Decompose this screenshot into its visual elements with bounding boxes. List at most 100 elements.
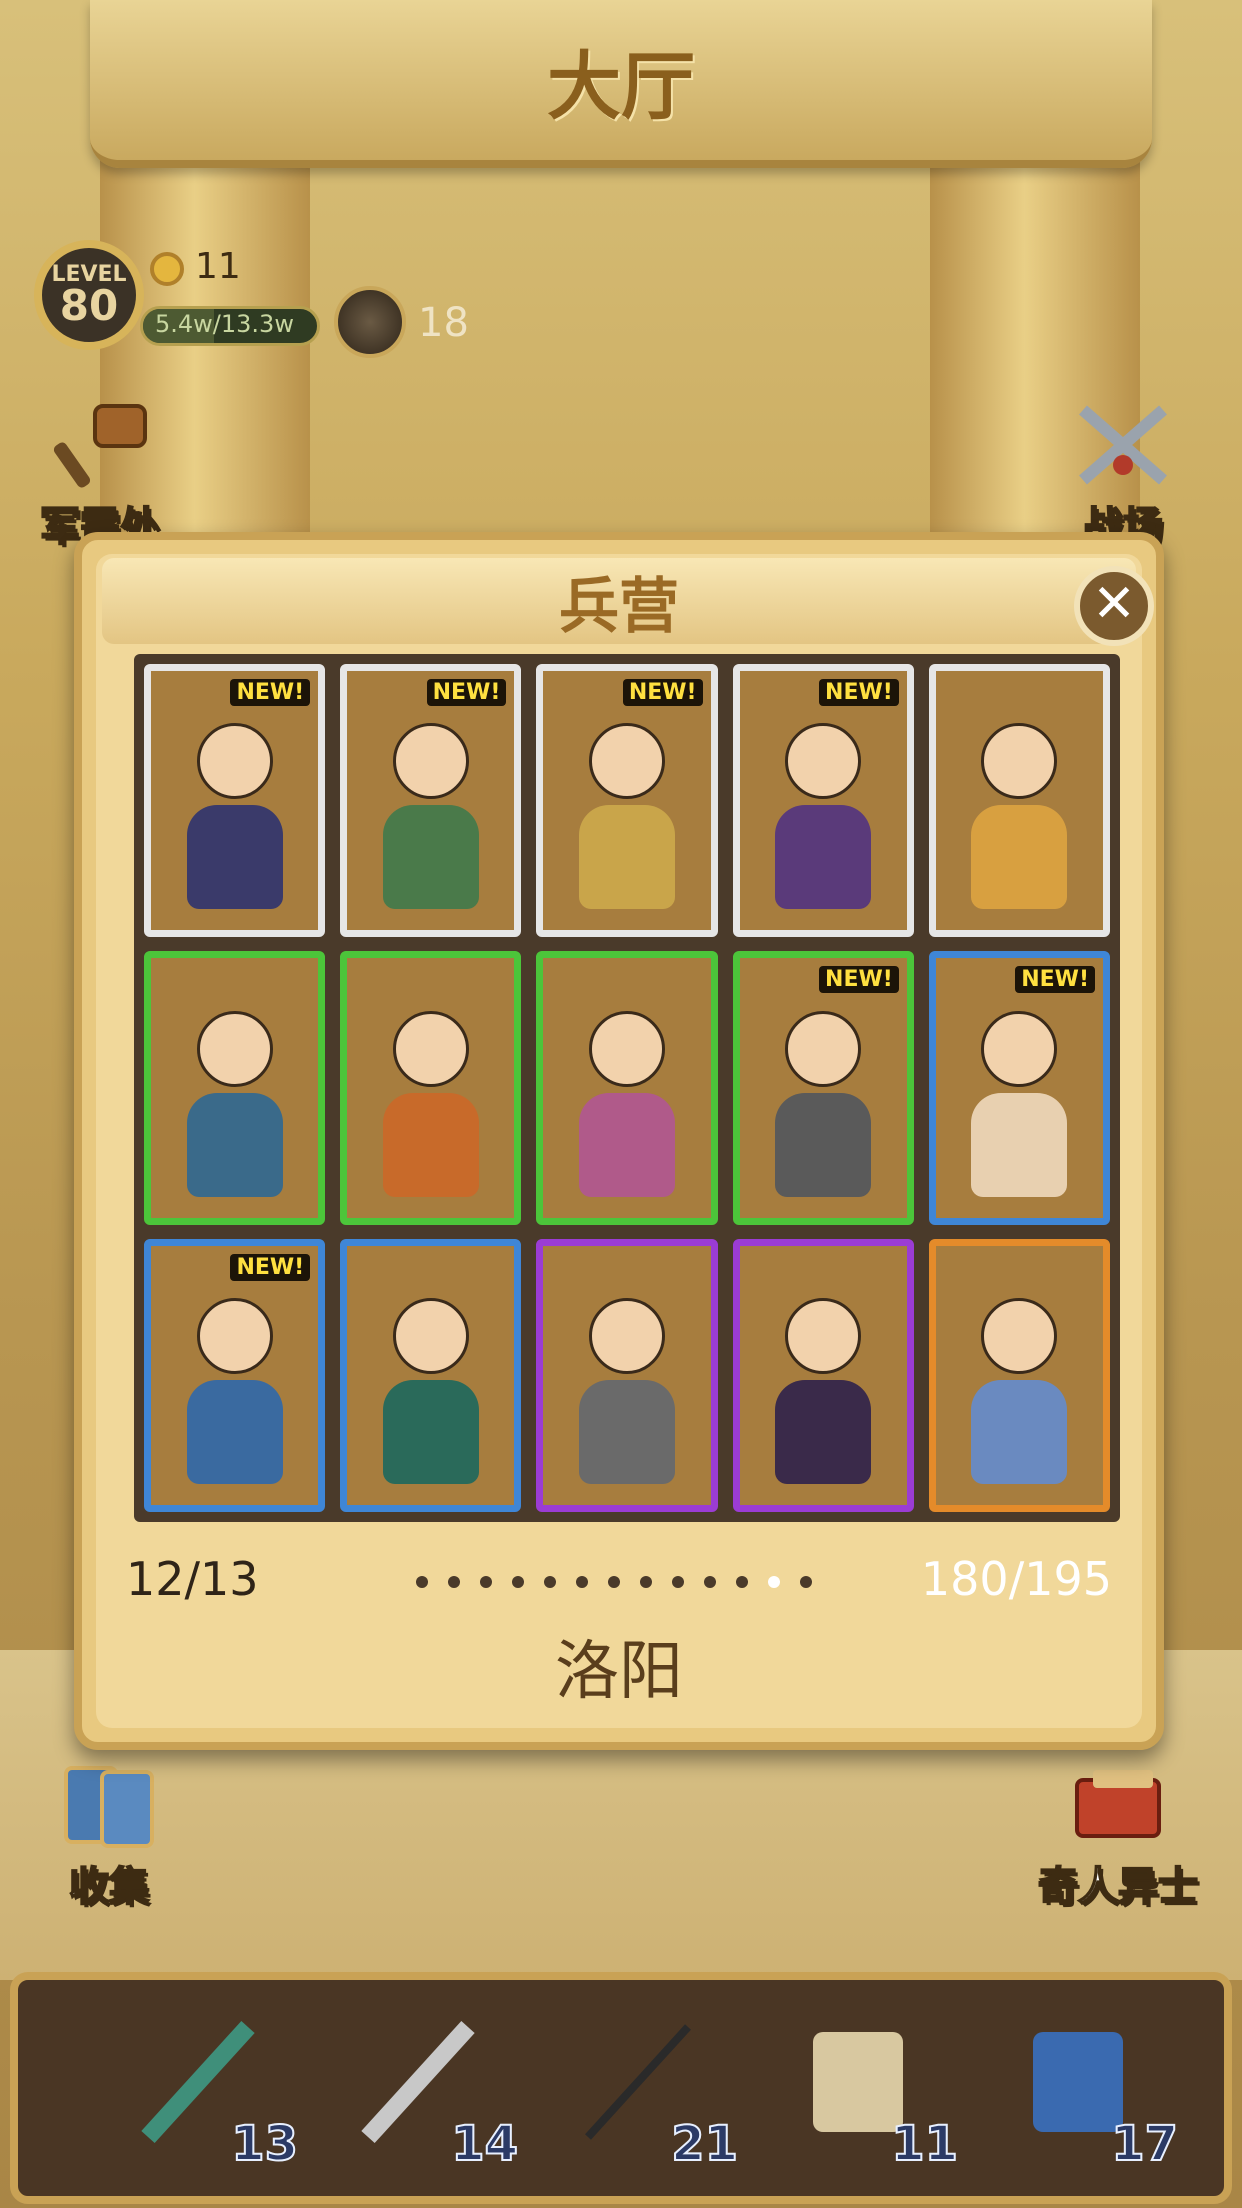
equipment-count: 17 [1110,2115,1179,2173]
hero-card[interactable]: NEW! [732,664,914,938]
hero-body [578,1092,675,1197]
barracks-dialog: 兵营 ✕ NEW! NEW! NEW! NEW! NEW! NEW! NEW! 12/13 … [74,532,1164,1750]
page-dot[interactable] [672,1576,684,1588]
hero-card[interactable]: NEW! [144,664,326,938]
coin-count: 11 [195,246,241,287]
equipment-slot[interactable]: 17 [978,2002,1179,2182]
battlefield-button[interactable]: 战场 [1068,400,1178,552]
heroes-button[interactable]: 奇人异士 [1037,1760,1199,1912]
hero-portrait [186,1297,283,1484]
dialog-title: 兵营 [559,571,679,642]
page-dot[interactable] [608,1576,620,1588]
hero-head [196,1010,273,1087]
hero-portrait [186,723,283,910]
level-badge[interactable]: LEVEL 80 [34,240,144,350]
equipment-count: 11 [890,2115,959,2173]
new-badge: NEW! [819,679,899,706]
hero-portrait [775,1010,872,1197]
page-title: 大厅 [547,43,695,130]
hero-body [775,1379,872,1484]
hero-card[interactable] [340,951,522,1225]
hero-card[interactable] [340,1238,522,1512]
scroll-icon [1075,1770,1161,1838]
cards-icon [64,1766,154,1848]
pagination-dots [416,1576,812,1588]
hero-card-grid: NEW! NEW! NEW! NEW! NEW! NEW! NEW! [134,654,1120,1522]
hero-portrait [775,723,872,910]
hero-card[interactable]: NEW! [340,664,522,938]
hero-body [382,1092,479,1197]
hero-card[interactable]: NEW! [732,951,914,1225]
hero-head [981,1297,1058,1374]
page-dot[interactable] [640,1576,652,1588]
hero-head [196,1297,273,1374]
token-count: 18 [418,300,469,346]
hero-head [785,1010,862,1087]
collection-count: 180/195 [920,1552,1112,1606]
hero-body [578,1379,675,1484]
equipment-slot[interactable]: 11 [758,2002,959,2182]
hero-card[interactable] [536,1238,718,1512]
page-dot[interactable] [768,1576,780,1588]
hero-portrait [775,1297,872,1484]
new-badge: NEW! [1015,966,1095,994]
hero-body [971,1379,1068,1484]
tiger-token-icon[interactable] [334,286,406,358]
hero-head [392,1297,469,1374]
hero-card[interactable] [144,951,326,1225]
page-dot[interactable] [480,1576,492,1588]
hero-head [785,1297,862,1374]
hero-body [775,1092,872,1197]
new-badge: NEW! [230,679,311,706]
collection-label: 收集 [68,1863,150,1911]
collection-button[interactable]: 收集 [54,1760,164,1912]
page-dot[interactable] [416,1576,428,1588]
crossed-swords-icon [1079,405,1167,485]
coin-icon [150,252,184,286]
hero-body [382,805,479,910]
hero-portrait [971,723,1068,910]
level-value: 80 [59,281,119,330]
page-dot[interactable] [512,1576,524,1588]
hero-card[interactable]: NEW! [536,664,718,938]
heroes-label: 奇人异士 [1037,1863,1199,1911]
new-badge: NEW! [622,679,703,706]
hero-portrait [382,1010,479,1197]
supply-button[interactable]: 军需处 [39,400,161,552]
city-name: 洛阳 [555,1635,683,1709]
page-dot[interactable] [544,1576,556,1588]
equipment-slot[interactable]: 13 [98,2002,299,2182]
hero-portrait [186,1010,283,1197]
hero-card[interactable] [536,951,718,1225]
hero-card[interactable] [732,1238,914,1512]
page-dot[interactable] [800,1576,812,1588]
hero-card[interactable]: NEW! [144,1238,326,1512]
hero-card[interactable]: NEW! [928,951,1110,1225]
page-dot[interactable] [448,1576,460,1588]
hero-portrait [382,1297,479,1484]
page-dot[interactable] [576,1576,588,1588]
page-dot[interactable] [736,1576,748,1588]
equipment-slot[interactable]: 14 [318,2002,519,2182]
equipment-bar: 13 14 21 11 17 [10,1972,1232,2204]
hero-head [981,1010,1058,1087]
page-dot[interactable] [704,1576,716,1588]
hero-head [588,723,665,800]
equipment-slot[interactable]: 21 [538,2002,739,2182]
hero-portrait [382,723,479,910]
new-badge: NEW! [426,679,507,706]
hero-body [382,1379,479,1484]
equipment-count: 14 [450,2115,519,2173]
hero-body [578,805,675,910]
close-button[interactable]: ✕ [1074,566,1154,646]
hero-body [186,1379,283,1484]
hero-card[interactable] [928,1238,1110,1512]
hero-head [981,723,1058,800]
hero-body [971,805,1068,910]
hero-head [588,1297,665,1374]
hero-card[interactable] [928,664,1110,938]
hammer-icon [53,404,147,488]
hero-head [588,1010,665,1087]
new-badge: NEW! [230,1253,311,1281]
exp-text: 5.4w/13.3w [155,310,294,338]
